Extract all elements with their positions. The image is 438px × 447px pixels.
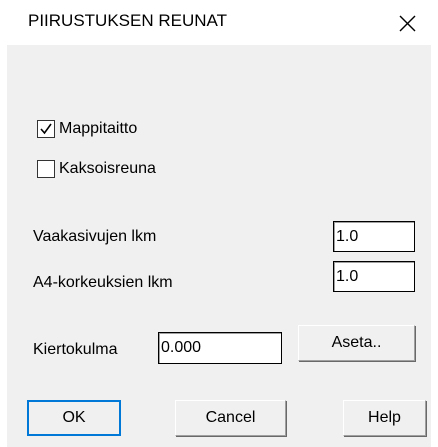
ok-button[interactable]: OK [27, 400, 121, 436]
close-button[interactable] [392, 7, 422, 37]
kaksoisreuna-checkbox-row[interactable]: Kaksoisreuna [37, 158, 156, 180]
kaksoisreuna-label: Kaksoisreuna [59, 160, 156, 177]
kiertokulma-input[interactable] [158, 332, 282, 364]
help-button[interactable]: Help [343, 400, 426, 436]
a4-korkeuksien-input[interactable] [333, 261, 415, 292]
cancel-button[interactable]: Cancel [175, 400, 286, 436]
a4-korkeuksien-label: A4-korkeuksien lkm [33, 274, 173, 291]
kaksoisreuna-checkbox[interactable] [37, 160, 55, 178]
dialog-title: PIIRUSTUKSEN REUNAT [28, 11, 227, 30]
checkmark-icon [40, 123, 52, 135]
close-icon [399, 15, 416, 32]
mappitaitto-label: Mappitaitto [59, 120, 138, 137]
mappitaitto-checkbox-row[interactable]: Mappitaitto [37, 118, 137, 140]
mappitaitto-checkbox[interactable] [37, 120, 55, 138]
dialog-content: Mappitaitto Kaksoisreuna Vaakasivujen lk… [7, 45, 431, 447]
dialog-window: PIIRUSTUKSEN REUNAT Mappitaitto Kaksoisr… [0, 0, 438, 447]
vaakasivujen-label: Vaakasivujen lkm [33, 228, 157, 245]
kiertokulma-label: Kiertokulma [33, 341, 118, 358]
vaakasivujen-input[interactable] [333, 221, 415, 252]
aseta-button[interactable]: Aseta.. [298, 325, 415, 361]
